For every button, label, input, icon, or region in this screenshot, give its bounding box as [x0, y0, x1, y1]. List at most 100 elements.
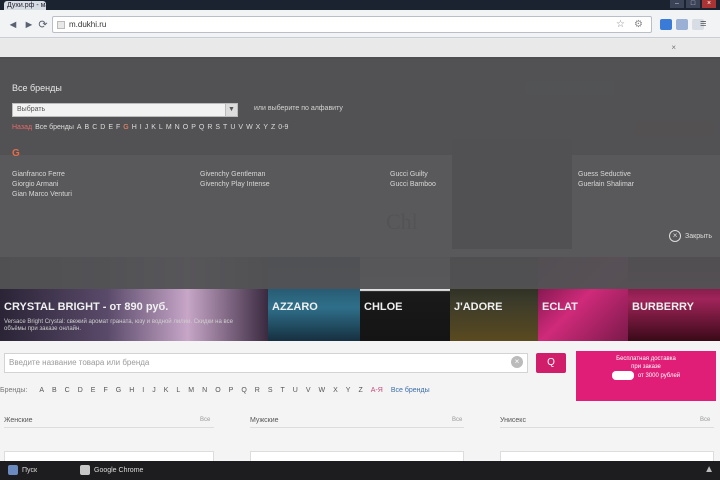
alphabet-letter[interactable]: G [123, 124, 128, 131]
taskbar-app[interactable]: Google Chrome [80, 465, 143, 475]
topbar-close-icon[interactable]: × [671, 43, 676, 52]
alphabet-letter[interactable]: L [159, 124, 163, 131]
close-window-button[interactable]: × [702, 0, 716, 8]
alphabet-letter[interactable]: Q [199, 124, 204, 131]
chevron-down-icon[interactable]: ▼ [225, 104, 237, 116]
column-filter-box[interactable] [250, 451, 464, 461]
alphabet-letter[interactable]: T [223, 124, 227, 131]
alphabet-letter[interactable]: X [256, 124, 261, 131]
bookmark-star-icon[interactable]: ☆ [616, 17, 625, 32]
brand-select[interactable]: Выбрать ▼ [12, 103, 238, 117]
browser-tab[interactable]: Духи.рф - магазин парфюмерии [4, 1, 46, 10]
alphabet-letter[interactable]: V [306, 387, 311, 394]
alphabet-letter[interactable]: J [152, 387, 156, 394]
extension-icon[interactable] [676, 19, 688, 30]
alphabet-letter[interactable]: I [142, 387, 144, 394]
alphabet-letter[interactable]: Y [263, 124, 268, 131]
alphabet-letter[interactable]: L [176, 387, 180, 394]
alphabet-letter[interactable]: W [246, 124, 253, 131]
brand-link[interactable]: Guerlain Shalimar [578, 180, 634, 190]
alphabet-letter[interactable]: C [65, 387, 70, 394]
column-more-link[interactable]: Все [452, 417, 462, 423]
brand-alphabet: Назад Все бренды A B C D E F G H I J K L M N O P Q R S T U V W X Y… [12, 124, 288, 131]
os-taskbar: Пуск Google Chrome ▲ [0, 461, 720, 480]
brand-link[interactable]: Guess Seductive [578, 170, 634, 180]
search-input[interactable]: Введите название товара или бренда × [4, 353, 528, 373]
alphabet-letter[interactable]: E [108, 124, 113, 131]
column-more-link[interactable]: Все [700, 417, 710, 423]
alphabet-letter[interactable]: P [191, 124, 196, 131]
alphabet-letter[interactable]: Z [271, 124, 275, 131]
tray-expand-icon[interactable]: ▲ [704, 464, 714, 475]
brand-link[interactable]: Givenchy Gentleman [200, 170, 270, 180]
cyrillic-filter-link[interactable]: А-Я [371, 387, 383, 394]
alphabet-letter[interactable]: A [77, 124, 82, 131]
alphabet-letter[interactable]: F [103, 387, 107, 394]
alphabet-letter[interactable]: G [116, 387, 121, 394]
start-button[interactable]: Пуск [8, 465, 37, 475]
alphabet-letter[interactable]: P [229, 387, 234, 394]
alphabet-letter[interactable]: K [151, 124, 156, 131]
alphabet-letter[interactable]: Q [241, 387, 246, 394]
alphabet-letter[interactable]: R [255, 387, 260, 394]
address-bar[interactable]: m.dukhi.ru ☆ ⚙ [52, 16, 652, 33]
brand-link[interactable]: Gianfranco Ferre [12, 170, 72, 180]
alphabet-letter[interactable]: S [215, 124, 220, 131]
alphabet-letter[interactable]: C [92, 124, 97, 131]
alphabet-letter[interactable]: Z [358, 387, 362, 394]
windows-logo-icon [8, 465, 18, 475]
extension-icon[interactable] [660, 19, 672, 30]
alphabet-letter[interactable]: S [268, 387, 273, 394]
alphabet-letter[interactable]: B [52, 387, 57, 394]
alphabet-letter[interactable]: Все бренды [35, 124, 74, 131]
alphabet-letter[interactable]: R [207, 124, 212, 131]
column-filter-box[interactable] [500, 451, 714, 461]
alphabet-letter[interactable]: N [175, 124, 180, 131]
brand-link[interactable]: Givenchy Play Intense [200, 180, 270, 190]
alphabet-letter[interactable]: M [166, 124, 172, 131]
alphabet-letter[interactable]: O [183, 124, 188, 131]
alphabet-letter[interactable]: H [132, 124, 137, 131]
minimize-button[interactable]: – [670, 0, 684, 8]
alphabet-letter[interactable]: J [145, 124, 149, 131]
alphabet-letter[interactable]: Y [346, 387, 351, 394]
column-more-link[interactable]: Все [200, 417, 210, 423]
alphabet-letter[interactable]: A [39, 387, 44, 394]
search-button[interactable]: Q [536, 353, 566, 373]
all-brands-link[interactable]: Все бренды [391, 387, 430, 394]
alphabet-letter[interactable]: V [238, 124, 243, 131]
alphabet-letter[interactable]: D [100, 124, 105, 131]
alphabet-letter[interactable]: 0-9 [278, 124, 288, 131]
alphabet-letter[interactable]: I [140, 124, 142, 131]
alphabet-letter[interactable]: M [188, 387, 194, 394]
clear-search-icon[interactable]: × [511, 356, 523, 368]
brand-dropdown-title: Все бренды [12, 83, 62, 93]
page-action-icon[interactable]: ⚙ [634, 17, 643, 32]
promo-banner[interactable]: Бесплатная доставка при заказе от 3000 р… [576, 351, 716, 401]
alphabet-letter[interactable]: U [230, 124, 235, 131]
alphabet-letter[interactable]: E [91, 387, 96, 394]
alphabet-letter[interactable]: W [319, 387, 326, 394]
alphabet-letter[interactable]: Назад [12, 124, 32, 131]
brand-link[interactable]: Giorgio Armani [12, 180, 72, 190]
alphabet-letter[interactable]: H [129, 387, 134, 394]
brand-link[interactable]: Gucci Bamboo [390, 180, 436, 190]
alphabet-letter[interactable]: F [116, 124, 120, 131]
alphabet-letter[interactable]: U [293, 387, 298, 394]
reload-icon[interactable]: ⟳ [36, 18, 50, 32]
column-filter-box[interactable] [4, 451, 214, 461]
alphabet-letter[interactable]: D [78, 387, 83, 394]
brand-link[interactable]: Gian Marco Venturi [12, 190, 72, 200]
overlay-close-button[interactable]: × Закрыть [669, 230, 712, 242]
alphabet-letter[interactable]: X [333, 387, 338, 394]
alphabet-letter[interactable]: B [85, 124, 90, 131]
alphabet-letter[interactable]: K [164, 387, 169, 394]
maximize-button[interactable]: □ [686, 0, 700, 8]
alphabet-letter[interactable]: N [202, 387, 207, 394]
forward-button[interactable]: ► [22, 18, 36, 32]
back-button[interactable]: ◄ [6, 18, 20, 32]
brand-link[interactable]: Gucci Guilty [390, 170, 436, 180]
alphabet-letter[interactable]: T [281, 387, 285, 394]
alphabet-letter[interactable]: O [215, 387, 220, 394]
browser-menu-icon[interactable]: ≡ [700, 18, 712, 30]
